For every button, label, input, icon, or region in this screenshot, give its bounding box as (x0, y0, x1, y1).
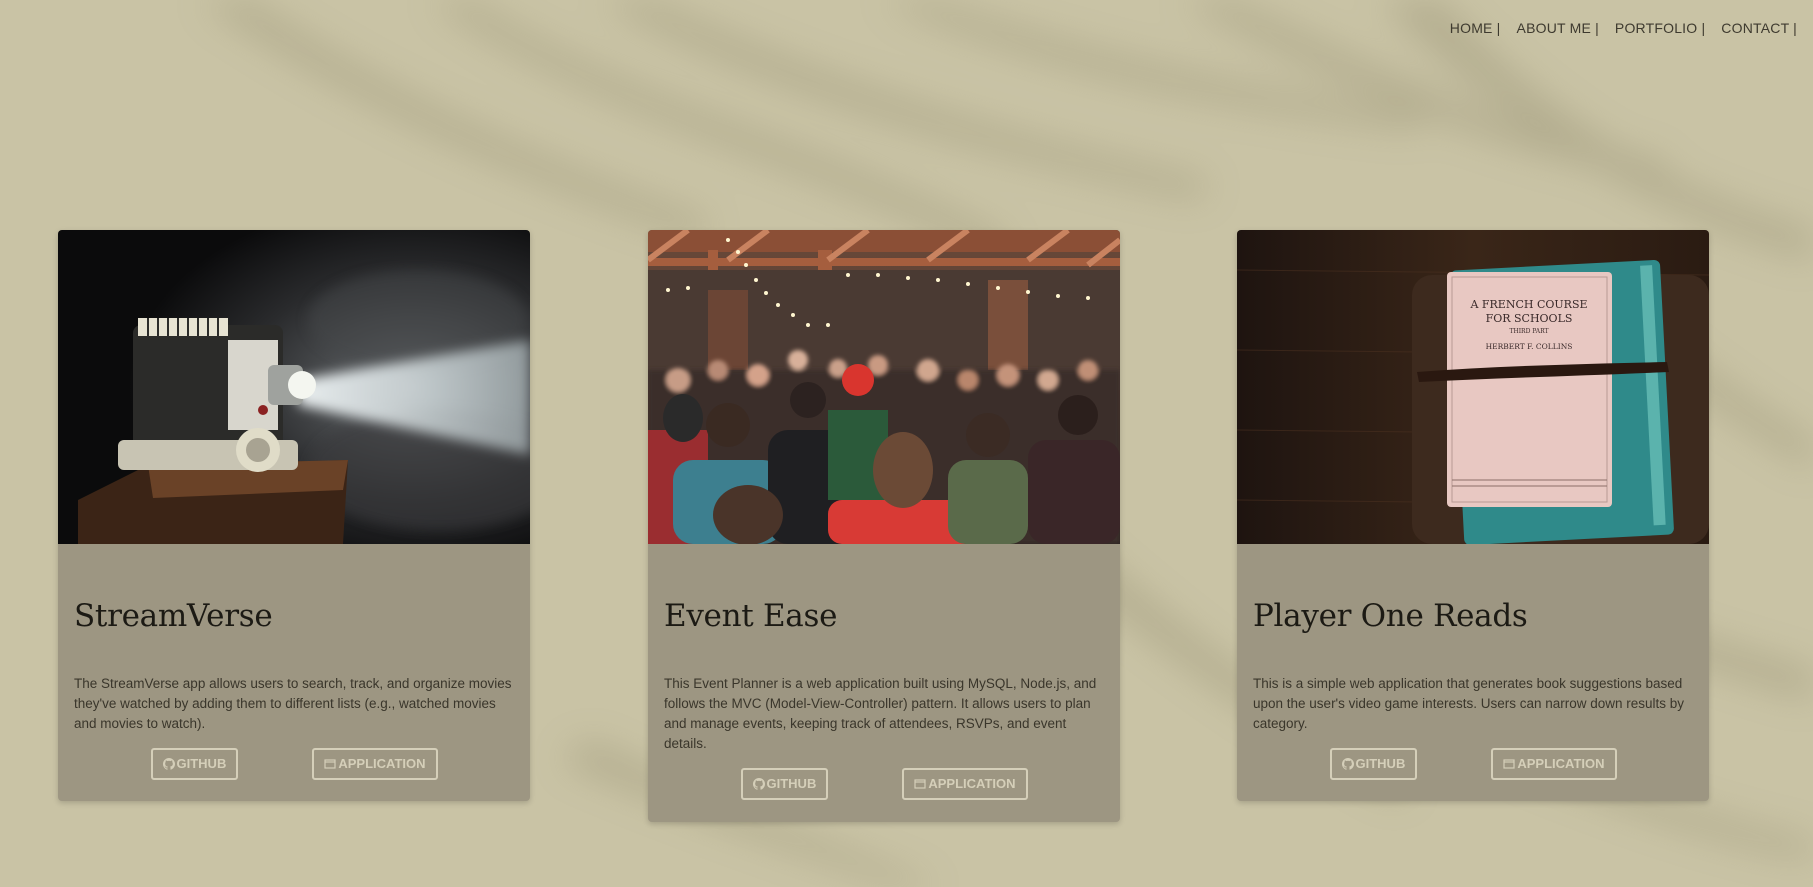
github-icon (1341, 758, 1354, 770)
project-description: The StreamVerse app allows users to sear… (74, 676, 512, 731)
window-icon (1503, 758, 1515, 770)
github-icon (752, 778, 765, 790)
nav-contact-link[interactable]: CONTACT | (1721, 20, 1797, 36)
github-button[interactable]: GITHUB (150, 748, 239, 780)
application-button[interactable]: APPLICATION (1491, 748, 1617, 780)
top-nav: HOME | ABOUT ME | PORTFOLIO | CONTACT | (1450, 20, 1797, 36)
project-title: Event Ease (664, 598, 838, 634)
github-button[interactable]: GITHUB (740, 768, 829, 800)
book-title-line2: FOR SCHOOLS (1486, 312, 1573, 325)
project-links: GITHUB APPLICATION (1253, 748, 1693, 780)
nav-portfolio-link[interactable]: PORTFOLIO | (1615, 20, 1705, 36)
github-label: GITHUB (1355, 756, 1406, 771)
application-button[interactable]: APPLICATION (902, 768, 1028, 800)
book-subtitle: THIRD PART (1509, 328, 1548, 335)
application-label: APPLICATION (1517, 756, 1605, 771)
project-title: Player One Reads (1253, 598, 1528, 634)
nav-home-link[interactable]: HOME | (1450, 20, 1501, 36)
github-label: GITHUB (766, 776, 817, 791)
application-label: APPLICATION (928, 776, 1016, 791)
project-card-streamverse: StreamVerse The StreamVerse app allows u… (58, 230, 530, 801)
old-books-photo: A FRENCH COURSE FOR SCHOOLS THIRD PART H… (1237, 230, 1709, 544)
github-label: GITHUB (176, 756, 227, 771)
application-button[interactable]: APPLICATION (312, 748, 438, 780)
nav-about-link[interactable]: ABOUT ME | (1517, 20, 1599, 36)
project-description: This Event Planner is a web application … (664, 676, 1097, 751)
window-icon (914, 778, 926, 790)
book-author: HERBERT F. COLLINS (1486, 342, 1573, 351)
crowd-party-photo (648, 230, 1120, 544)
project-links: GITHUB APPLICATION (664, 768, 1104, 800)
book-title-line1: A FRENCH COURSE (1469, 298, 1587, 311)
project-card-player-one-reads: A FRENCH COURSE FOR SCHOOLS THIRD PART H… (1237, 230, 1709, 801)
project-card-event-ease: Event Ease This Event Planner is a web a… (648, 230, 1120, 822)
project-links: GITHUB APPLICATION (74, 748, 514, 780)
project-title: StreamVerse (74, 598, 273, 634)
film-projector-photo (58, 230, 530, 544)
github-icon (162, 758, 175, 770)
github-button[interactable]: GITHUB (1329, 748, 1418, 780)
application-label: APPLICATION (338, 756, 426, 771)
window-icon (324, 758, 336, 770)
project-description: This is a simple web application that ge… (1253, 676, 1685, 731)
